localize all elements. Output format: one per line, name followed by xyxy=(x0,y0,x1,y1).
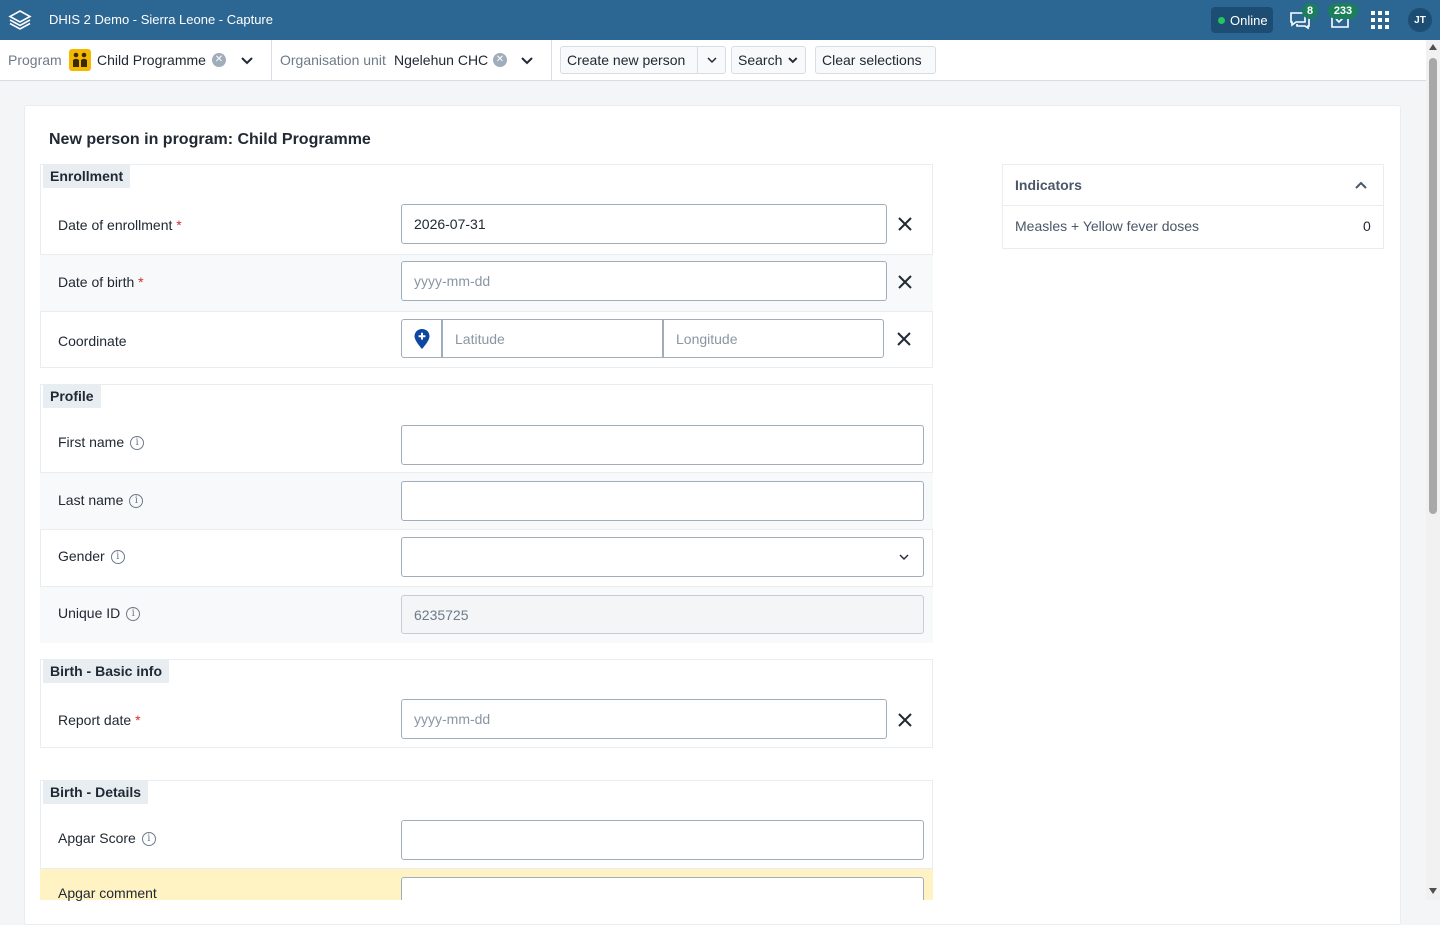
required-marker: * xyxy=(138,274,144,290)
scroll-up-icon[interactable] xyxy=(1429,44,1437,50)
date-of-enrollment-label: Date of enrollment xyxy=(58,217,173,233)
online-dot-icon xyxy=(1218,16,1225,24)
divider xyxy=(271,40,272,80)
interpretations-count-badge: 233 xyxy=(1328,3,1358,19)
section-title: Birth - Details xyxy=(43,781,149,804)
search-label: Search xyxy=(738,52,783,68)
field-label: Unique ID i xyxy=(58,605,141,622)
divider xyxy=(1003,205,1383,206)
divider xyxy=(551,40,552,80)
field-label: First name i xyxy=(58,434,145,451)
apgar-score-label: Apgar Score xyxy=(58,830,136,846)
clear-coordinate-icon[interactable] xyxy=(894,329,914,349)
info-icon[interactable]: i xyxy=(129,494,144,509)
clear-program-icon[interactable]: ✕ xyxy=(212,53,226,67)
latitude-input[interactable]: Latitude xyxy=(442,319,663,358)
vertical-scrollbar[interactable] xyxy=(1426,40,1440,900)
map-pin-icon xyxy=(414,328,429,349)
selection-bar: Program Child Programme ✕ Organisation u… xyxy=(0,40,1426,81)
report-date-label: Report date xyxy=(58,712,132,728)
scrollbar-thumb[interactable] xyxy=(1429,58,1437,514)
required-marker: * xyxy=(176,217,182,233)
coordinate-label: Coordinate xyxy=(58,333,127,349)
child-programme-icon xyxy=(69,49,91,71)
report-date-input[interactable]: yyyy-mm-dd xyxy=(401,699,887,739)
orgunit-label: Organisation unit xyxy=(280,52,386,68)
gender-label: Gender xyxy=(58,548,105,564)
info-icon[interactable]: i xyxy=(126,607,141,622)
orgunit-chevron-down-icon[interactable] xyxy=(519,52,535,68)
chevron-down-icon xyxy=(706,57,717,64)
app-title: DHIS 2 Demo - Sierra Leone - Capture xyxy=(49,12,273,27)
clear-report-date-icon[interactable] xyxy=(895,710,915,730)
last-name-input[interactable] xyxy=(401,481,924,521)
apgar-comment-label: Apgar comment xyxy=(58,885,157,901)
clear-orgunit-icon[interactable]: ✕ xyxy=(493,53,507,67)
date-of-birth-label: Date of birth xyxy=(58,274,135,290)
indicator-value: 0 xyxy=(1363,218,1371,234)
field-label: Gender i xyxy=(58,548,125,565)
date-of-birth-input[interactable]: yyyy-mm-dd xyxy=(401,261,887,301)
section-title: Enrollment xyxy=(43,165,131,188)
chevron-down-icon xyxy=(788,57,798,64)
page-title: New person in program: Child Programme xyxy=(49,131,371,148)
apps-grid-icon[interactable] xyxy=(1368,8,1392,32)
indicator-label: Measles + Yellow fever doses xyxy=(1015,218,1200,234)
chevron-up-icon[interactable] xyxy=(1352,176,1370,194)
program-value[interactable]: Child Programme xyxy=(97,52,206,68)
field-label: Date of birth * xyxy=(58,274,144,290)
messages-count-badge: 8 xyxy=(1302,3,1318,19)
date-of-enrollment-input[interactable]: 2026-07-31 xyxy=(401,204,887,244)
section-title: Profile xyxy=(43,385,101,408)
first-name-input[interactable] xyxy=(401,425,924,465)
clear-selections-button[interactable]: Clear selections xyxy=(815,46,936,74)
clear-date-of-enrollment-icon[interactable] xyxy=(895,214,915,234)
scroll-down-icon[interactable] xyxy=(1429,888,1437,894)
create-new-dropdown-button[interactable] xyxy=(697,46,726,74)
info-icon[interactable]: i xyxy=(130,436,145,451)
user-avatar[interactable]: JT xyxy=(1408,8,1432,32)
header-bar: DHIS 2 Demo - Sierra Leone - Capture Onl… xyxy=(0,0,1440,40)
field-label: Last name i xyxy=(58,492,144,509)
chevron-down-icon xyxy=(899,554,909,560)
online-status-badge: Online xyxy=(1211,7,1273,33)
info-icon[interactable]: i xyxy=(110,550,125,565)
clear-date-of-birth-icon[interactable] xyxy=(895,272,915,292)
field-label: Date of enrollment * xyxy=(58,217,182,233)
gender-select[interactable] xyxy=(401,537,924,577)
section-title: Birth - Basic info xyxy=(43,660,170,683)
unique-id-input: 6235725 xyxy=(401,595,924,634)
field-label: Apgar Score i xyxy=(58,830,156,847)
orgunit-value[interactable]: Ngelehun CHC xyxy=(394,52,488,68)
create-new-person-button[interactable]: Create new person xyxy=(560,46,698,74)
clear-selections-label: Clear selections xyxy=(822,52,922,68)
dhis2-logo-icon[interactable] xyxy=(8,8,32,32)
first-name-label: First name xyxy=(58,434,125,450)
apgar-score-input[interactable] xyxy=(401,820,924,860)
required-marker: * xyxy=(135,712,141,728)
map-location-button[interactable] xyxy=(401,319,442,358)
longitude-input[interactable]: Longitude xyxy=(663,319,884,358)
online-status-text: Online xyxy=(1230,12,1268,28)
apgar-comment-input[interactable] xyxy=(401,877,924,900)
unique-id-label: Unique ID xyxy=(58,605,121,621)
program-label: Program xyxy=(8,52,62,68)
info-icon[interactable]: i xyxy=(141,832,156,847)
search-button[interactable]: Search xyxy=(731,46,806,74)
create-new-person-label: Create new person xyxy=(567,52,686,68)
indicators-panel: Indicators Measles + Yellow fever doses xyxy=(1002,164,1384,249)
program-chevron-down-icon[interactable] xyxy=(239,52,255,68)
last-name-label: Last name xyxy=(58,492,124,508)
field-label: Report date * xyxy=(58,712,141,728)
indicators-title: Indicators xyxy=(1015,177,1082,193)
